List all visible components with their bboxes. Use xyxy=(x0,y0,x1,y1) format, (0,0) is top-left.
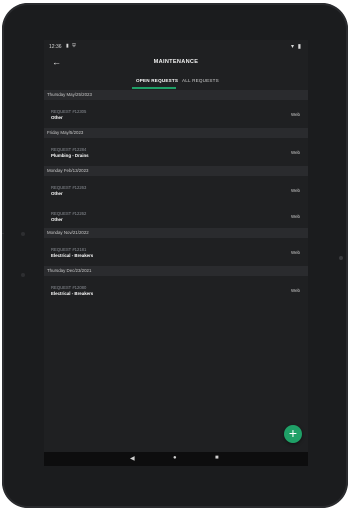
request-number: REQUEST #12305 xyxy=(51,109,87,114)
sensor-dot xyxy=(21,273,25,277)
list-item[interactable]: REQUEST #12181 Electrical - Breakers Web xyxy=(44,238,308,266)
tab-open-requests[interactable]: OPEN REQUESTS xyxy=(136,78,178,83)
date-header: Thursday Dec/23/2021 xyxy=(44,266,308,276)
sensor-dot xyxy=(21,232,25,236)
request-source: Web xyxy=(291,250,300,255)
notification-icons: ▮ ⛨ xyxy=(66,43,77,49)
tab-bar: OPEN REQUESTS ALL REQUESTS xyxy=(44,74,308,90)
system-nav-bar: ◀ ● ■ xyxy=(44,452,308,466)
list-item[interactable]: REQUEST #12080 Electrical - Breakers Web xyxy=(44,276,308,304)
request-source: Web xyxy=(291,188,300,193)
status-time: 12:36 xyxy=(49,44,62,50)
request-category: Other xyxy=(51,115,63,120)
request-number: REQUEST #12284 xyxy=(51,147,87,152)
status-bar: 12:36 ▮ ⛨ ▾ ▮ xyxy=(44,40,308,54)
request-category: Other xyxy=(51,191,63,196)
nav-home-icon[interactable]: ● xyxy=(173,455,177,461)
nav-back-icon[interactable]: ◀ xyxy=(130,455,135,462)
date-header: Friday May/5/2023 xyxy=(44,128,308,138)
wifi-battery-icons: ▾ ▮ xyxy=(291,44,302,50)
request-category: Electrical - Breakers xyxy=(51,291,94,296)
request-source: Web xyxy=(291,288,300,293)
request-source: Web xyxy=(291,112,300,117)
date-header: Monday Nov/21/2022 xyxy=(44,228,308,238)
request-list: Thursday May/25/2023 REQUEST #12305 Othe… xyxy=(44,90,308,304)
front-camera xyxy=(339,256,343,260)
request-source: Web xyxy=(291,150,300,155)
request-number: REQUEST #12181 xyxy=(51,247,87,252)
list-item[interactable]: REQUEST #12284 Plumbing - Drains Web xyxy=(44,138,308,166)
request-category: Other xyxy=(51,217,63,222)
request-number: REQUEST #12080 xyxy=(51,285,87,290)
nav-recent-apps-icon[interactable]: ■ xyxy=(215,455,219,461)
page-title: MAINTENANCE xyxy=(153,59,199,65)
add-request-button[interactable]: + xyxy=(284,425,302,443)
list-item[interactable]: REQUEST #12262 Other Web xyxy=(44,202,308,228)
list-item[interactable]: REQUEST #12305 Other Web xyxy=(44,100,308,128)
app-bar: ← MAINTENANCE xyxy=(44,54,308,72)
request-category: Plumbing - Drains xyxy=(51,153,89,158)
active-tab-indicator xyxy=(132,87,176,89)
side-button-top xyxy=(2,233,4,234)
date-header: Monday Feb/13/2023 xyxy=(44,166,308,176)
request-category: Electrical - Breakers xyxy=(51,253,94,258)
screen: 12:36 ▮ ⛨ ▾ ▮ ← MAINTENANCE OPEN REQUEST… xyxy=(44,40,308,466)
request-source: Web xyxy=(291,214,300,219)
tab-all-requests[interactable]: ALL REQUESTS xyxy=(182,78,219,83)
request-number: REQUEST #12263 xyxy=(51,185,87,190)
list-item[interactable]: REQUEST #12263 Other Web xyxy=(44,176,308,202)
request-number: REQUEST #12262 xyxy=(51,211,87,216)
date-header: Thursday May/25/2023 xyxy=(44,90,308,100)
